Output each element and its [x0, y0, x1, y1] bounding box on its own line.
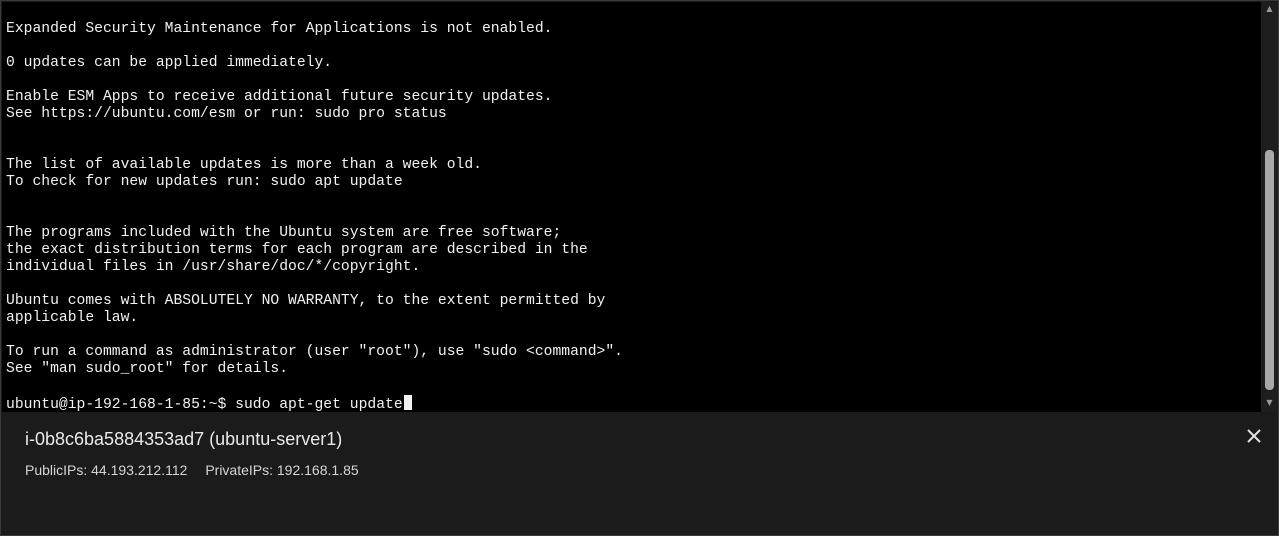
- typed-command: sudo apt-get update: [235, 397, 403, 412]
- close-icon: [1247, 429, 1261, 443]
- terminal-line: Ubuntu comes with ABSOLUTELY NO WARRANTY…: [6, 293, 606, 309]
- terminal-line: applicable law.: [6, 310, 139, 326]
- terminal-line: See "man sudo_root" for details.: [6, 361, 289, 377]
- terminal-scrollbar[interactable]: ▲ ▼: [1261, 2, 1278, 412]
- terminal[interactable]: Expanded Security Maintenance for Applic…: [2, 2, 1261, 412]
- terminal-line: The programs included with the Ubuntu sy…: [6, 225, 562, 241]
- terminal-line: To check for new updates run: sudo apt u…: [6, 174, 403, 190]
- terminal-line: To run a command as administrator (user …: [6, 344, 623, 360]
- text-cursor: [403, 395, 412, 410]
- terminal-line: See https://ubuntu.com/esm or run: sudo …: [6, 106, 447, 122]
- session-manager-window: Expanded Security Maintenance for Applic…: [0, 0, 1279, 536]
- ip-row: PublicIPs: 44.193.212.112 PrivateIPs: 19…: [25, 462, 373, 478]
- scroll-up-icon[interactable]: ▲: [1261, 2, 1278, 16]
- terminal-output: Expanded Security Maintenance for Applic…: [6, 21, 623, 412]
- terminal-prompt-line[interactable]: ubuntu@ip-192-168-1-85:~$ sudo apt-get u…: [6, 395, 623, 412]
- terminal-line: Expanded Security Maintenance for Applic…: [6, 21, 553, 37]
- instance-title: i-0b8c6ba5884353ad7 (ubuntu-server1): [25, 429, 343, 449]
- terminal-line: The list of available updates is more th…: [6, 157, 482, 173]
- private-ips: PrivateIPs: 192.168.1.85: [205, 462, 359, 478]
- public-ips: PublicIPs: 44.193.212.112: [25, 462, 188, 478]
- instance-info-panel: i-0b8c6ba5884353ad7 (ubuntu-server1) Pub…: [2, 412, 1278, 535]
- terminal-line: the exact distribution terms for each pr…: [6, 242, 588, 258]
- terminal-line: 0 updates can be applied immediately.: [6, 55, 333, 71]
- terminal-line: Enable ESM Apps to receive additional fu…: [6, 89, 553, 105]
- terminal-line: individual files in /usr/share/doc/*/cop…: [6, 259, 421, 275]
- close-button[interactable]: [1243, 425, 1265, 447]
- scroll-down-icon[interactable]: ▼: [1261, 396, 1278, 410]
- shell-prompt: ubuntu@ip-192-168-1-85:~$: [6, 397, 236, 412]
- scroll-thumb[interactable]: [1265, 150, 1274, 390]
